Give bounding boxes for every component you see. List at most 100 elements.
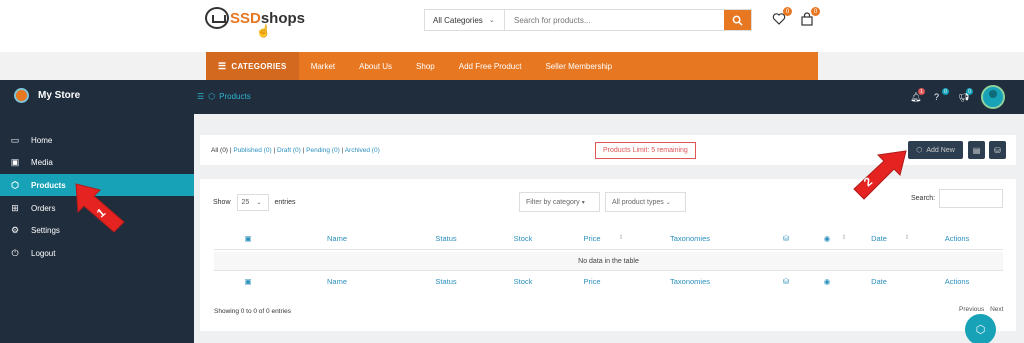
table-search-input[interactable] [939,189,1003,208]
box-icon: ⬡ [916,147,923,154]
filter-archived[interactable]: Archived (0) [345,147,380,154]
footer-divider [214,270,1003,271]
add-new-label: Add New [926,146,955,154]
breadcrumb-current: Products [219,92,251,101]
monitor-icon: ▭ [10,134,20,145]
sort-icon: ⇕ [904,235,910,241]
boxes-icon: ⛁ [994,145,1001,155]
search-button[interactable] [724,10,751,30]
store-nav: ☰ CATEGORIES Market About Us Shop Add Fr… [206,52,818,80]
show-label: Show [213,199,231,206]
add-new-button[interactable]: ⬡ Add New [908,141,963,159]
annotation-arrow-2: 2 [853,150,907,200]
filter-draft[interactable]: Draft (0) [277,147,301,154]
sidebar-item-logout[interactable]: ⏻ Logout [0,242,194,264]
cart-button[interactable]: 0 [800,7,820,26]
breadcrumb: ☰ ⬡ Products [197,92,255,101]
menu-toggle-icon[interactable]: ☰ [197,92,204,101]
nav-shop[interactable]: Shop [404,62,447,71]
sidebar-item-label: Orders [31,203,56,213]
next-button[interactable]: Next [990,306,1003,313]
categories-label: CATEGORIES [231,61,287,71]
filter-all[interactable]: All (0) [211,147,228,154]
products-limit-badge: Products Limit: 5 remaining [595,142,696,159]
sidebar-item-label: Media [31,157,53,167]
announcement-badge: 0 [966,88,973,95]
help-button[interactable]: ? 0 [934,88,949,102]
sidebar-item-label: Settings [31,225,60,235]
filter-separator: | [341,147,344,154]
chevron-down-icon: ▾ [581,199,585,206]
filter-separator: | [273,147,276,154]
search-category-value: All Categories [433,15,483,25]
search-category-select[interactable]: All Categories ⌄ [425,10,505,30]
filter-separator: | [229,147,232,154]
nav-seller-membership[interactable]: Seller Membership [533,62,624,71]
product-type-filter-select[interactable]: All product types ⌄ [605,192,686,212]
bulk-edit-button[interactable]: ▤ [968,141,985,159]
help-badge: 0 [942,88,949,95]
column-taxonomies[interactable]: Taxonomies [670,234,710,243]
chevron-down-icon: ⌄ [488,17,495,24]
pagination: Previous Next [955,306,1003,313]
floating-box-button[interactable]: ⬡ [965,314,996,343]
store-avatar [14,88,29,103]
column-price: Price [583,277,601,286]
help-icon: ? [934,92,940,102]
column-actions: Actions [944,234,970,243]
sidebar-item-media[interactable]: ▣ Media [0,151,194,173]
categories-button[interactable]: ☰ CATEGORIES [206,52,299,80]
wishlist-count-badge: 0 [783,7,792,16]
nav-about-us[interactable]: About Us [347,62,404,71]
store-name: My Store [38,90,81,101]
category-filter-select[interactable]: Filter by category ▾ [519,192,600,212]
annotation-arrow-1: 1 [75,183,125,233]
wishlist-button[interactable]: 0 [772,7,792,26]
nav-add-free-product[interactable]: Add Free Product [447,62,534,71]
category-filter-value: Filter by category [526,198,580,206]
announcements-button[interactable]: 📢︎ 0 [958,88,973,102]
filter-pending[interactable]: Pending (0) [306,147,340,154]
table-info: Showing 0 to 0 of 0 entries [214,308,291,315]
image-column-icon: ▣ [244,277,252,286]
previous-button[interactable]: Previous [959,306,984,313]
column-date: Date [871,277,887,286]
column-date[interactable]: Date [871,234,887,243]
nav-market[interactable]: Market [299,62,347,71]
column-stock[interactable]: Stock [514,234,533,243]
import-button[interactable]: ⛁ [989,141,1006,159]
box-icon: ⬡ [208,92,216,101]
product-search-bar: All Categories ⌄ [424,9,752,31]
entries-label: entries [274,199,296,206]
power-icon: ⏻ [11,247,19,258]
column-stock: Stock [513,277,533,286]
sort-icon: ⇕ [841,235,847,241]
hand-cursor-icon: ☝ [256,24,271,38]
column-status: Status [435,277,457,286]
page-length-select[interactable]: 25 ⌄ [236,194,269,211]
gears-icon: ⚙ [10,224,20,235]
hamburger-icon: ☰ [218,60,227,71]
dashboard-header [0,80,1024,114]
sidebar-item-label: Logout [31,248,56,258]
chevron-down-icon: ⌄ [256,200,262,206]
eye-column-icon: ◉ [823,277,831,286]
column-status[interactable]: Status [435,234,456,243]
column-name[interactable]: Name [327,234,347,243]
filter-published[interactable]: Published (0) [233,147,271,154]
cart-count-badge: 0 [811,7,820,16]
box-icon: ⬡ [975,324,986,336]
user-avatar[interactable] [981,85,1005,109]
sidebar-item-home[interactable]: ▭ Home [0,129,194,151]
header-divider [214,249,1003,250]
empty-table-row: No data in the table [214,252,1003,270]
notifications-button[interactable]: 🔔︎ 1 [910,88,925,102]
store-title[interactable]: My Store [14,88,80,103]
eye-column-icon[interactable]: ◉ [824,234,831,243]
page-length-value: 25 [241,199,250,206]
boxes-column-icon: ⛁ [782,277,790,286]
status-filters: All (0) | Published (0) | Draft (0) | Pe… [211,147,380,154]
table-header-row: ▣ Name Status Stock Price ⇕ Taxonomies ⛁… [214,229,1003,249]
column-price[interactable]: Price [583,234,600,243]
search-input[interactable] [505,10,724,30]
